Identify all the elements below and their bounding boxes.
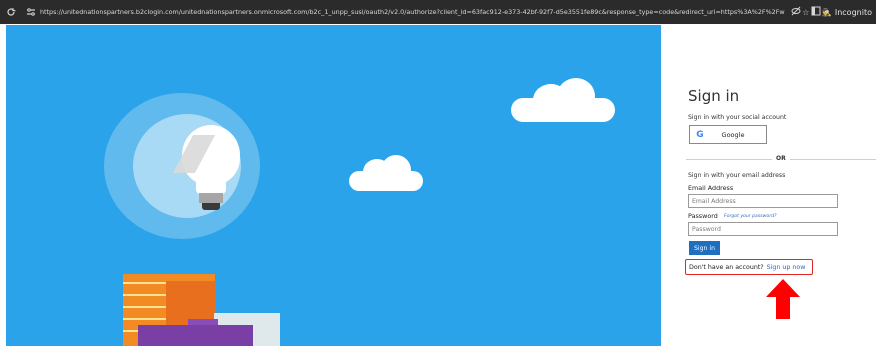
google-button-label: Google — [721, 130, 745, 139]
or-label: OR — [772, 155, 790, 162]
signin-button[interactable]: Sign in — [689, 241, 720, 255]
incognito-label: Incognito — [834, 7, 872, 17]
email-label: Email Address — [688, 184, 734, 192]
forgot-password-link[interactable]: Forgot your password? — [724, 214, 776, 219]
lightbulb-base — [199, 193, 223, 203]
eye-off-icon[interactable] — [791, 6, 801, 18]
building-purple — [138, 325, 253, 346]
reload-icon[interactable] — [0, 0, 22, 24]
email-field[interactable]: Email Address — [688, 194, 838, 208]
page-title: Sign in — [688, 87, 740, 105]
google-signin-button[interactable]: G Google — [689, 125, 767, 144]
toolbar-right: ☆ 🕵 Incognito — [785, 6, 876, 18]
star-icon[interactable]: ☆ — [802, 8, 809, 17]
sidebar-icon[interactable] — [811, 6, 821, 18]
incognito-indicator[interactable]: 🕵 Incognito — [822, 8, 872, 17]
site-info-icon[interactable] — [22, 0, 40, 24]
incognito-icon: 🕵 — [821, 7, 832, 17]
cloud-icon — [511, 78, 615, 122]
no-account-text: Don't have an account? — [689, 263, 764, 271]
password-field[interactable]: Password — [688, 222, 838, 236]
browser-toolbar: https://unitednationspartners.b2clogin.c… — [0, 0, 876, 24]
hero-illustration — [6, 25, 661, 346]
lightbulb-cap — [202, 203, 220, 210]
social-account-label: Sign in with your social account — [688, 114, 787, 121]
cloud-icon — [349, 155, 423, 191]
red-arrow-icon — [766, 279, 800, 319]
signup-link[interactable]: Sign up now — [767, 264, 806, 271]
signup-highlight-box: Don't have an account? Sign up now — [685, 259, 813, 275]
google-icon: G — [696, 129, 704, 140]
email-section-label: Sign in with your email address — [688, 172, 786, 179]
lightbulb-neck — [196, 175, 226, 195]
password-label: Password — [688, 212, 718, 220]
address-bar[interactable]: https://unitednationspartners.b2clogin.c… — [40, 0, 785, 24]
